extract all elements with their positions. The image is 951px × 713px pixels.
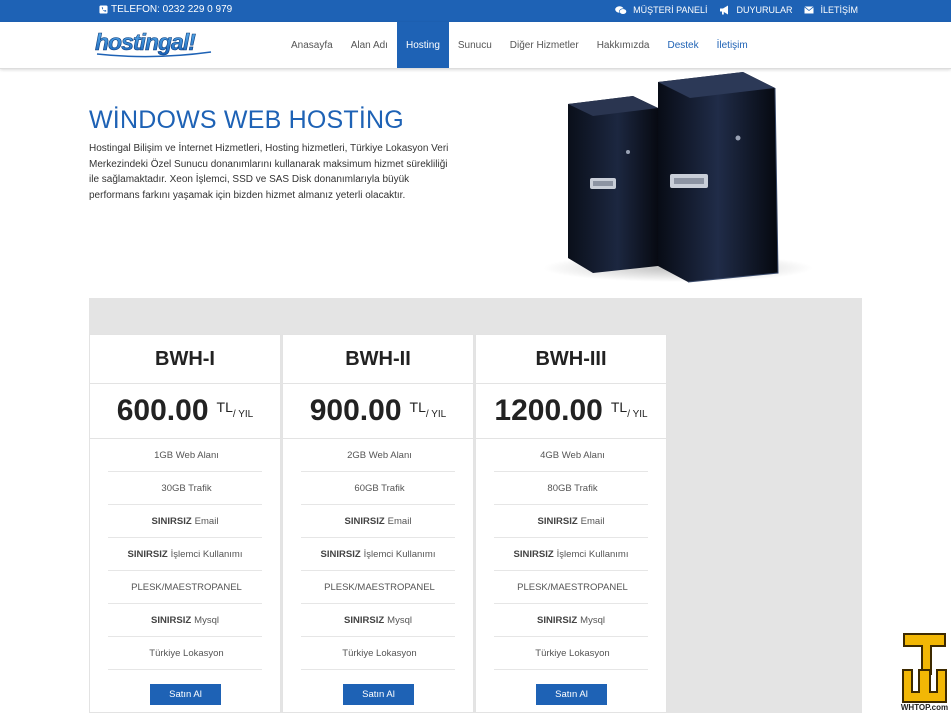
feature-item: 4GB Web Alanı [494,439,648,472]
hostingal-logo[interactable]: hostingal! [93,26,217,62]
buy-button[interactable]: Satın Al [536,684,607,705]
feature-item: SINIRSIZ İşlemci Kullanımı [494,538,648,571]
svg-text:WHTOP.com: WHTOP.com [901,703,948,712]
plan-card-bwh-1: BWH-I 600.00 TL / YIL 1GB Web Alanı 30GB… [89,334,281,713]
plan-price: 600.00 TL / YIL [90,384,280,439]
feature-item: 60GB Trafik [301,472,455,505]
announcements-link[interactable]: DUYURULAR [719,5,792,15]
feature-list: 2GB Web Alanı 60GB Trafik SINIRSIZ Email … [301,439,455,670]
menu-item-hosting[interactable]: Hosting [396,22,449,68]
feature-item: SINIRSIZ Email [494,505,648,538]
price-period: / YIL [627,408,648,420]
plan-card-bwh-2: BWH-II 900.00 TL / YIL 2GB Web Alanı 60G… [282,334,474,713]
price-amount: 600.00 [116,394,209,427]
page-title: WİNDOWS WEB HOSTİNG [89,106,404,134]
top-bar: TELEFON: 0232 229 0 979 MÜŞTERİ PANELİ D… [0,0,951,22]
customer-panel-label: MÜŞTERİ PANELİ [633,5,708,15]
chat-icon [615,5,628,15]
buy-button[interactable]: Satın Al [150,684,221,705]
plan-name: BWH-II [283,335,473,384]
phone-info: TELEFON: 0232 229 0 979 [99,4,232,15]
feature-item: 80GB Trafik [494,472,648,505]
plan-card-bwh-3: BWH-III 1200.00 TL / YIL 4GB Web Alanı 8… [475,334,667,713]
plan-price: 1200.00 TL / YIL [476,384,666,439]
menu-item-home[interactable]: Anasayfa [282,22,342,68]
price-amount: 900.00 [309,394,402,427]
hero-description: Hostingal Bilişim ve İnternet Hizmetleri… [89,143,449,201]
feature-item: 1GB Web Alanı [108,439,262,472]
feature-item: SINIRSIZ Mysql [301,604,455,637]
top-links: MÜŞTERİ PANELİ DUYURULAR İLETİŞİM [615,5,858,15]
feature-list: 4GB Web Alanı 80GB Trafik SINIRSIZ Email … [494,439,648,670]
contact-label: İLETİŞİM [820,5,858,15]
servers-image [543,72,813,283]
price-currency: TL [610,399,628,415]
feature-item: SINIRSIZ İşlemci Kullanımı [108,538,262,571]
menu-item-contact[interactable]: İletişim [708,22,757,68]
feature-item: SINIRSIZ Mysql [108,604,262,637]
mail-icon [804,6,815,14]
buy-button[interactable]: Satın Al [343,684,414,705]
menu-item-server[interactable]: Sunucu [449,22,501,68]
feature-list: 1GB Web Alanı 30GB Trafik SINIRSIZ Email … [108,439,262,670]
price-amount: 1200.00 [494,394,603,427]
feature-item: SINIRSIZ Email [301,505,455,538]
feature-item: SINIRSIZ İşlemci Kullanımı [301,538,455,571]
feature-item: Türkiye Lokasyon [108,637,262,670]
menu-item-domain[interactable]: Alan Adı [342,22,397,68]
main-menu: Anasayfa Alan Adı Hosting Sunucu Diğer H… [282,22,757,68]
plan-name: BWH-III [476,335,666,384]
customer-panel-link[interactable]: MÜŞTERİ PANELİ [615,5,707,15]
feature-item: PLESK/MAESTROPANEL [301,571,455,604]
menu-item-about[interactable]: Hakkımızda [588,22,659,68]
price-currency: TL [409,399,426,415]
whtop-watermark-logo: WHTOP.com [898,630,951,713]
svg-text:hostingal!: hostingal! [95,29,196,55]
plan-name: BWH-I [90,335,280,384]
megaphone-icon [720,5,729,15]
price-period: / YIL [425,408,447,420]
menu-item-other-services[interactable]: Diğer Hizmetler [501,22,588,68]
contact-link[interactable]: İLETİŞİM [804,5,858,15]
feature-item: SINIRSIZ Email [108,505,262,538]
feature-item: SINIRSIZ Mysql [494,604,648,637]
feature-item: PLESK/MAESTROPANEL [108,571,262,604]
main-navbar: hostingal! Anasayfa Alan Adı Hosting Sun… [0,22,951,69]
feature-item: 30GB Trafik [108,472,262,505]
feature-item: Türkiye Lokasyon [494,637,648,670]
price-currency: TL [216,399,233,415]
plan-price: 900.00 TL / YIL [283,384,473,439]
menu-item-support[interactable]: Destek [659,22,708,68]
phone-icon [99,5,108,14]
phone-text: TELEFON: 0232 229 0 979 [111,4,233,15]
feature-item: Türkiye Lokasyon [301,637,455,670]
feature-item: 2GB Web Alanı [301,439,455,472]
price-period: / YIL [232,408,254,420]
feature-item: PLESK/MAESTROPANEL [494,571,648,604]
announcements-label: DUYURULAR [736,5,793,15]
